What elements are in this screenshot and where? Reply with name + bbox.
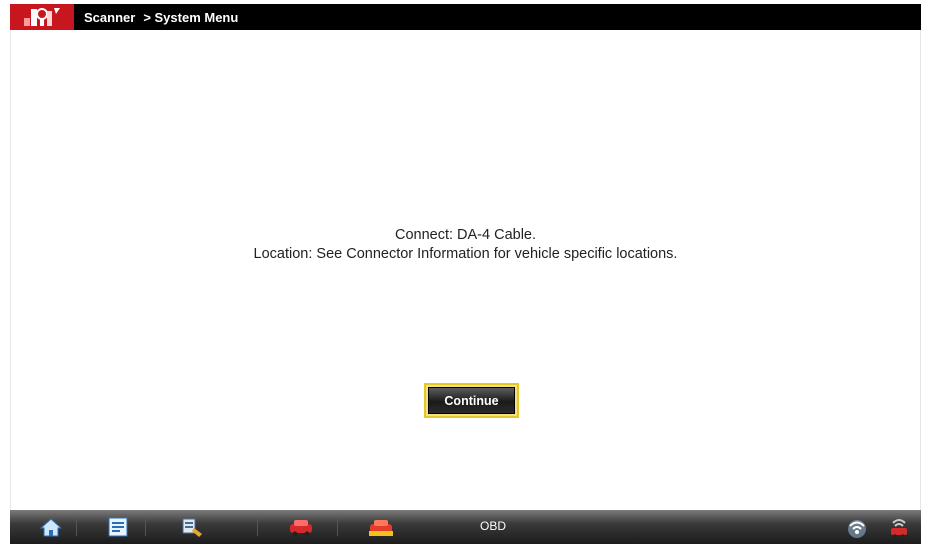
taskbar-separator	[76, 518, 77, 536]
home-icon[interactable]	[36, 514, 66, 540]
taskbar-separator	[337, 518, 338, 536]
tools-icon[interactable]	[177, 514, 207, 540]
continue-button-focus: Continue	[424, 383, 519, 418]
taskbar-label-obd: OBD	[480, 519, 507, 533]
data-list-icon[interactable]	[103, 514, 133, 540]
vehicle-red-icon[interactable]	[286, 514, 316, 540]
wireless-vehicle-icon[interactable]	[884, 514, 914, 540]
breadcrumb-system-menu: > System Menu	[143, 9, 239, 25]
main-content: Connect: DA-4 Cable. Location: See Conne…	[10, 30, 921, 510]
taskbar: OBD	[10, 510, 921, 544]
message-line-connect: Connect: DA-4 Cable.	[394, 227, 537, 243]
continue-button[interactable]: Continue	[428, 387, 515, 414]
scanner-logo-icon[interactable]	[10, 4, 74, 30]
breadcrumb-scanner[interactable]: Scanner	[84, 10, 135, 25]
taskbar-separator	[145, 518, 146, 536]
breadcrumb: Scanner > System Menu	[84, 10, 238, 25]
screen: Scanner > System Menu Connect: DA-4 Cabl…	[0, 0, 926, 544]
connection-message: Connect: DA-4 Cable. Location: See Conne…	[11, 226, 920, 264]
vehicle-yellow-icon[interactable]	[366, 514, 396, 540]
message-line-location: Location: See Connector Information for …	[253, 246, 678, 262]
taskbar-separator	[257, 518, 258, 536]
wireless-icon[interactable]	[842, 514, 872, 540]
title-bar: Scanner > System Menu	[10, 4, 921, 30]
